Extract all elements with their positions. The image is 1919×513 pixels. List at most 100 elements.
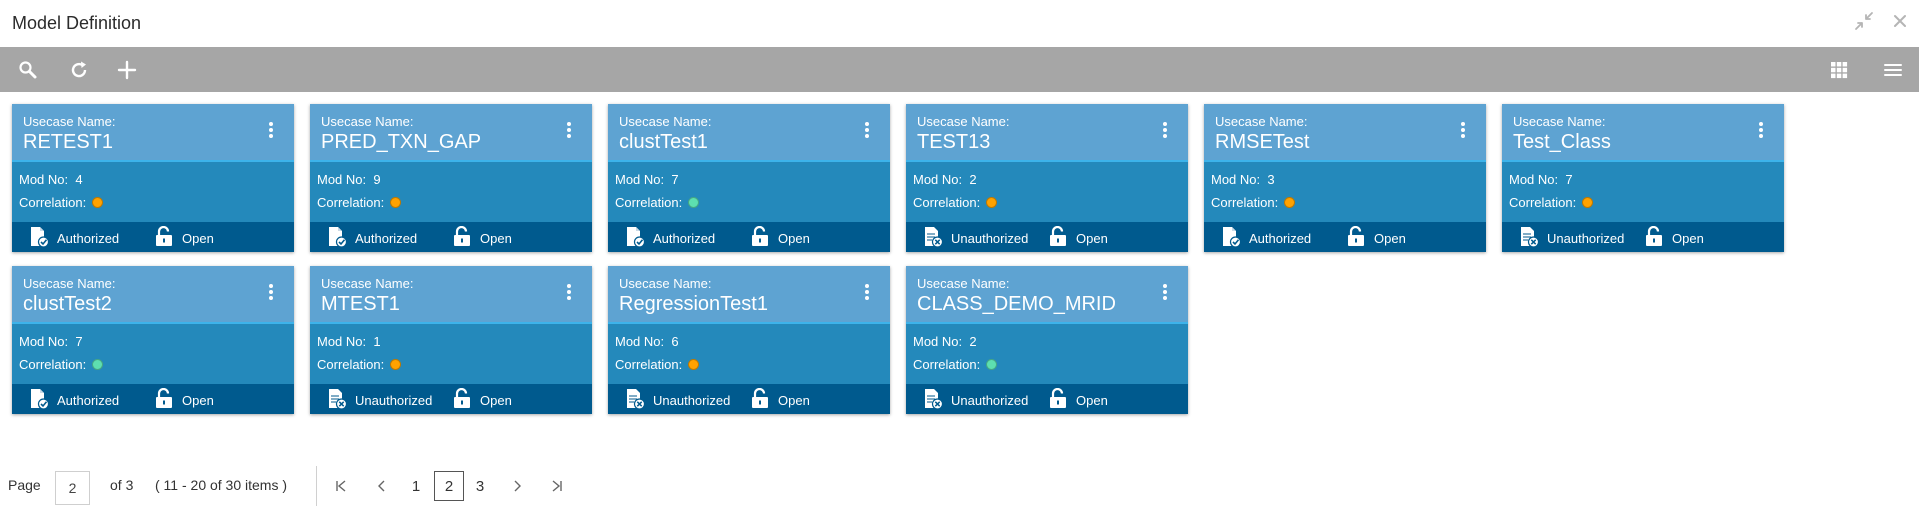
page-total-label: of 3: [110, 477, 134, 493]
correlation-label: Correlation:: [19, 357, 87, 372]
usecase-card-7[interactable]: Usecase Name: clustTest2 Mod No: 7 Corre…: [12, 266, 294, 414]
card-details: Mod No: 9 Correlation:: [310, 162, 592, 222]
unlock-icon: [1645, 225, 1663, 250]
kebab-menu-icon[interactable]: [1162, 282, 1168, 302]
usecase-card-4[interactable]: Usecase Name: TEST13 Mod No: 2 Correlati…: [906, 104, 1188, 252]
last-page-icon: [552, 480, 562, 492]
unauthorized-doc-icon: [624, 388, 646, 413]
plus-icon: [117, 60, 137, 80]
mod-no-label: Mod No:: [913, 172, 963, 187]
mod-no: Mod No: 2: [913, 172, 977, 187]
mod-no-value: 4: [75, 172, 83, 187]
mod-no-value: 2: [969, 172, 977, 187]
mod-no-value: 9: [373, 172, 381, 187]
usecase-card-3[interactable]: Usecase Name: clustTest1 Mod No: 7 Corre…: [608, 104, 890, 252]
page-button-2[interactable]: 2: [434, 471, 464, 501]
authorization-status-text: Unauthorized: [951, 393, 1029, 408]
card-header: Usecase Name: Test_Class: [1502, 104, 1784, 162]
usecase-card-1[interactable]: Usecase Name: RETEST1 Mod No: 4 Correlat…: [12, 104, 294, 252]
card-details: Mod No: 7 Correlation:: [608, 162, 890, 222]
authorization-status-text: Unauthorized: [653, 393, 731, 408]
kebab-menu-icon[interactable]: [566, 282, 572, 302]
list-view-button[interactable]: [1880, 57, 1906, 83]
authorization-status-text: Unauthorized: [1547, 231, 1625, 246]
authorization-status-text: Authorized: [57, 393, 120, 408]
usecase-name: PRED_TXN_GAP: [321, 131, 482, 153]
authorization-status-text: Authorized: [653, 231, 716, 246]
collapse-icon[interactable]: [1853, 10, 1875, 32]
usecase-name-label: Usecase Name:: [917, 276, 1010, 291]
last-page-button[interactable]: [547, 476, 567, 496]
usecase-name: clustTest2: [23, 293, 112, 315]
next-page-button[interactable]: [507, 476, 527, 496]
unlock-icon: [751, 387, 769, 412]
correlation-label: Correlation:: [1211, 195, 1279, 210]
card-footer: Unauthorized Open: [906, 384, 1188, 414]
kebab-menu-icon[interactable]: [566, 120, 572, 140]
mod-no-label: Mod No:: [19, 334, 69, 349]
usecase-card-9[interactable]: Usecase Name: RegressionTest1 Mod No: 6 …: [608, 266, 890, 414]
first-page-button[interactable]: [331, 476, 351, 496]
kebab-menu-icon[interactable]: [268, 282, 274, 302]
kebab-menu-icon[interactable]: [1460, 120, 1466, 140]
card-footer: Unauthorized Open: [608, 384, 890, 414]
usecase-name: RETEST1: [23, 131, 114, 153]
authorization-status-text: Authorized: [57, 231, 120, 246]
authorization-status-text: Unauthorized: [355, 393, 433, 408]
authorization-status: Unauthorized: [1518, 226, 1624, 251]
unlock-icon: [1049, 225, 1067, 250]
page-title: Model Definition: [12, 13, 142, 33]
close-icon[interactable]: [1889, 10, 1911, 32]
correlation: Correlation:: [19, 357, 104, 372]
unlock-icon: [155, 387, 173, 412]
prev-page-button[interactable]: [372, 476, 392, 496]
page-button-1[interactable]: 1: [401, 471, 431, 501]
usecase-name-label: Usecase Name:: [321, 276, 414, 291]
correlation-status-dot: [986, 359, 998, 370]
kebab-menu-icon[interactable]: [1162, 120, 1168, 140]
lock-status: Open: [751, 225, 810, 250]
list-view-icon: [1884, 64, 1902, 76]
correlation-label: Correlation:: [913, 195, 981, 210]
card-details: Mod No: 2 Correlation:: [906, 162, 1188, 222]
card-header: Usecase Name: MTEST1: [310, 266, 592, 324]
kebab-menu-icon[interactable]: [864, 282, 870, 302]
item-range-label: ( 11 - 20 of 30 items ): [155, 477, 288, 493]
usecase-name-label: Usecase Name:: [619, 276, 712, 291]
usecase-card-6[interactable]: Usecase Name: Test_Class Mod No: 7 Corre…: [1502, 104, 1784, 252]
first-page-icon: [336, 480, 346, 492]
usecase-card-5[interactable]: Usecase Name: RMSETest Mod No: 3 Correla…: [1204, 104, 1486, 252]
correlation-label: Correlation:: [317, 357, 385, 372]
correlation-label: Correlation:: [615, 357, 683, 372]
usecase-card-2[interactable]: Usecase Name: PRED_TXN_GAP Mod No: 9 Cor…: [310, 104, 592, 252]
kebab-menu-icon[interactable]: [268, 120, 274, 140]
add-button[interactable]: [114, 57, 140, 83]
mod-no-value: 7: [75, 334, 83, 349]
correlation-label: Correlation:: [913, 357, 981, 372]
usecase-card-10[interactable]: Usecase Name: CLASS_DEMO_MRID Mod No: 2 …: [906, 266, 1188, 414]
page-number-input[interactable]: [55, 471, 90, 505]
grid-view-icon: [1831, 62, 1848, 79]
unauthorized-doc-icon: [1518, 226, 1540, 251]
usecase-name: CLASS_DEMO_MRID: [917, 293, 1116, 315]
page-button-3[interactable]: 3: [465, 471, 495, 501]
mod-no-value: 7: [1565, 172, 1573, 187]
usecase-card-8[interactable]: Usecase Name: MTEST1 Mod No: 1 Correlati…: [310, 266, 592, 414]
mod-no: Mod No: 2: [913, 334, 977, 349]
lock-status-text: Open: [778, 230, 810, 246]
lock-status-text: Open: [182, 392, 214, 408]
card-details: Mod No: 2 Correlation:: [906, 324, 1188, 384]
correlation-status-dot: [390, 197, 402, 208]
refresh-icon: [71, 61, 87, 78]
kebab-menu-icon[interactable]: [864, 120, 870, 140]
kebab-menu-icon[interactable]: [1758, 120, 1764, 140]
unlock-icon: [453, 225, 471, 250]
grid-view-button[interactable]: [1826, 57, 1852, 83]
refresh-button[interactable]: [66, 57, 92, 83]
card-details: Mod No: 7 Correlation:: [1502, 162, 1784, 222]
card-footer: Authorized Open: [310, 222, 592, 252]
search-button[interactable]: [15, 57, 41, 83]
authorization-status: Authorized: [624, 226, 715, 251]
lock-status-text: Open: [1672, 230, 1704, 246]
unlock-icon: [155, 225, 173, 250]
